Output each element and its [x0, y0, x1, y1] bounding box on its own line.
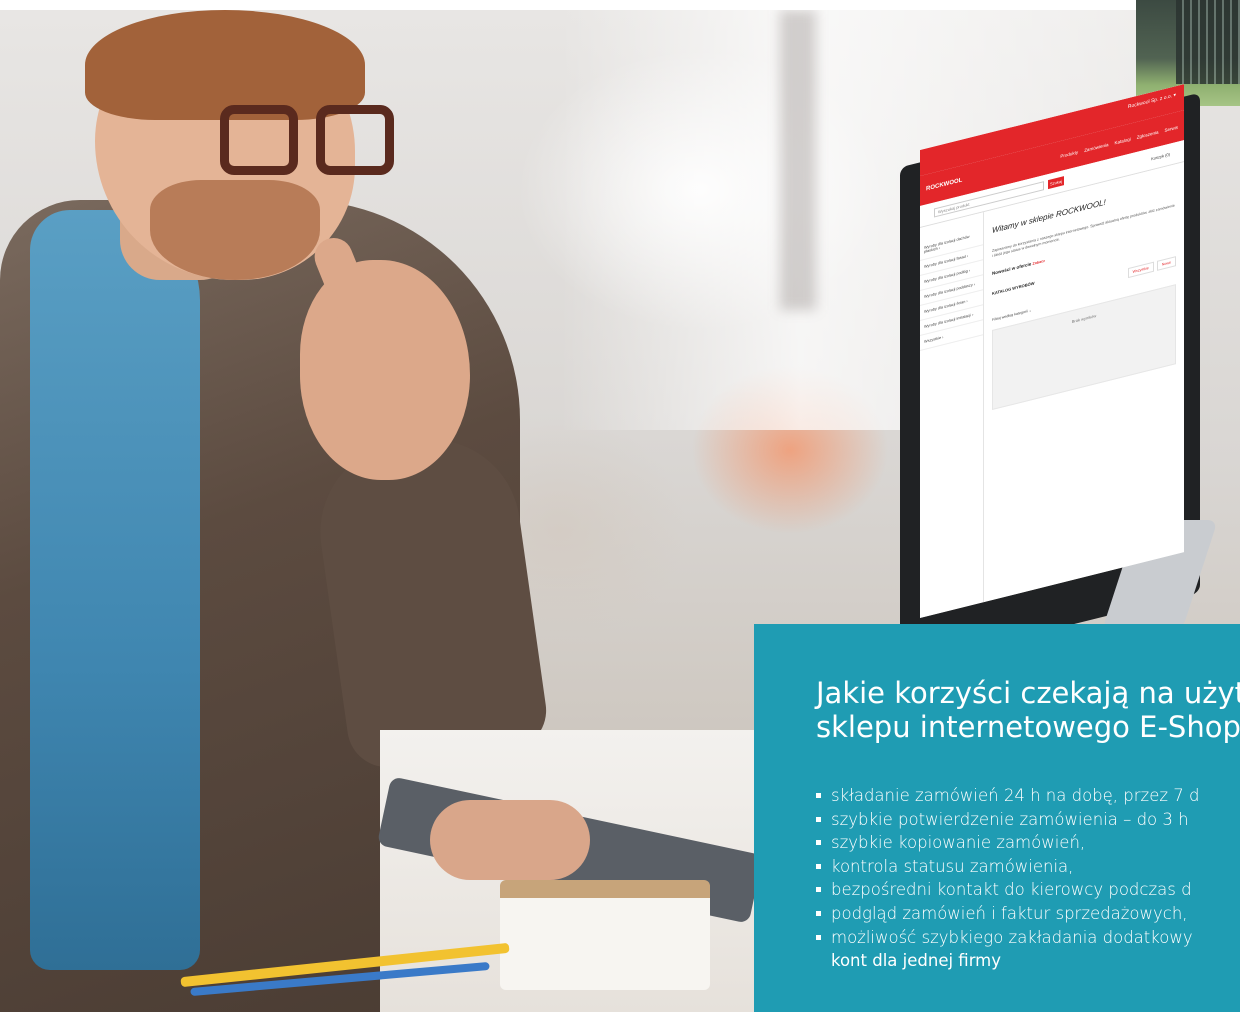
benefit-item: szybkie kopiowanie zamówień, [816, 831, 1240, 855]
screen-search-button[interactable]: Szukaj [1048, 176, 1064, 190]
screen-nav-link[interactable]: Zgłoszenia [1137, 129, 1159, 139]
panel-title: Jakie korzyści czekają na użytk sklepu i… [816, 676, 1240, 744]
beard [150, 180, 320, 280]
screen-cart[interactable]: Koszyk (0) [1151, 152, 1170, 162]
screen-nav-link[interactable]: Serwis [1164, 124, 1178, 132]
notebook [500, 880, 710, 990]
screen-new-heading-text: Nowości w ofercie [992, 261, 1032, 277]
screen-body: Wyroby dla izolacji dachów płaskich › Wy… [920, 162, 1184, 618]
screen-nav-link[interactable]: Zamówienia [1084, 142, 1108, 153]
benefits-list: składanie zamówień 24 h na dobę, przez 7… [816, 784, 1240, 973]
screen-logo[interactable]: ROCKWOOL [926, 177, 962, 192]
monitor-screen: Rockwool Sp. z o.o. ▾ ROCKWOOL Produkty … [920, 84, 1184, 618]
typing-hand [430, 800, 590, 880]
benefit-item: możliwość szybkiego zakładania dodatkowy [816, 926, 1240, 950]
panel-title-line-2: sklepu internetowego E-Shop [816, 710, 1240, 744]
benefit-item: bezpośredni kontakt do kierowcy podczas … [816, 878, 1240, 902]
screen-nav-link[interactable]: Katalogi [1114, 136, 1130, 145]
panel-title-line-1: Jakie korzyści czekają na użytk [816, 676, 1240, 710]
screen-nav-link[interactable]: Produkty [1060, 149, 1078, 158]
screen-sidebar: Wyroby dla izolacji dachów płaskich › Wy… [920, 212, 984, 618]
benefit-item: kontrola statusu zamówienia, [816, 855, 1240, 879]
screen-new-link[interactable]: Zobacz [1033, 259, 1045, 266]
benefit-item: składanie zamówień 24 h na dobę, przez 7… [816, 784, 1240, 808]
screen-catalog-new-button[interactable]: Nowe [1156, 256, 1176, 271]
benefits-panel: Jakie korzyści czekają na użytk sklepu i… [754, 624, 1240, 1012]
screen-catalog-all-button[interactable]: Wszystkie [1127, 261, 1154, 279]
screen-main: Witamy w sklepie ROCKWOOL! Zapraszamy do… [984, 162, 1184, 602]
background-pillar [780, 10, 816, 310]
hair [85, 10, 365, 120]
benefit-item: podgląd zamówień i faktur sprzedażowych, [816, 902, 1240, 926]
benefit-item-continuation: kont dla jednej firmy [831, 951, 1002, 971]
building-thumbnail [1136, 0, 1240, 106]
benefit-item: szybkie potwierdzenie zamówienia – do 3 … [816, 808, 1240, 832]
shirt [30, 210, 200, 970]
glasses [220, 105, 400, 185]
